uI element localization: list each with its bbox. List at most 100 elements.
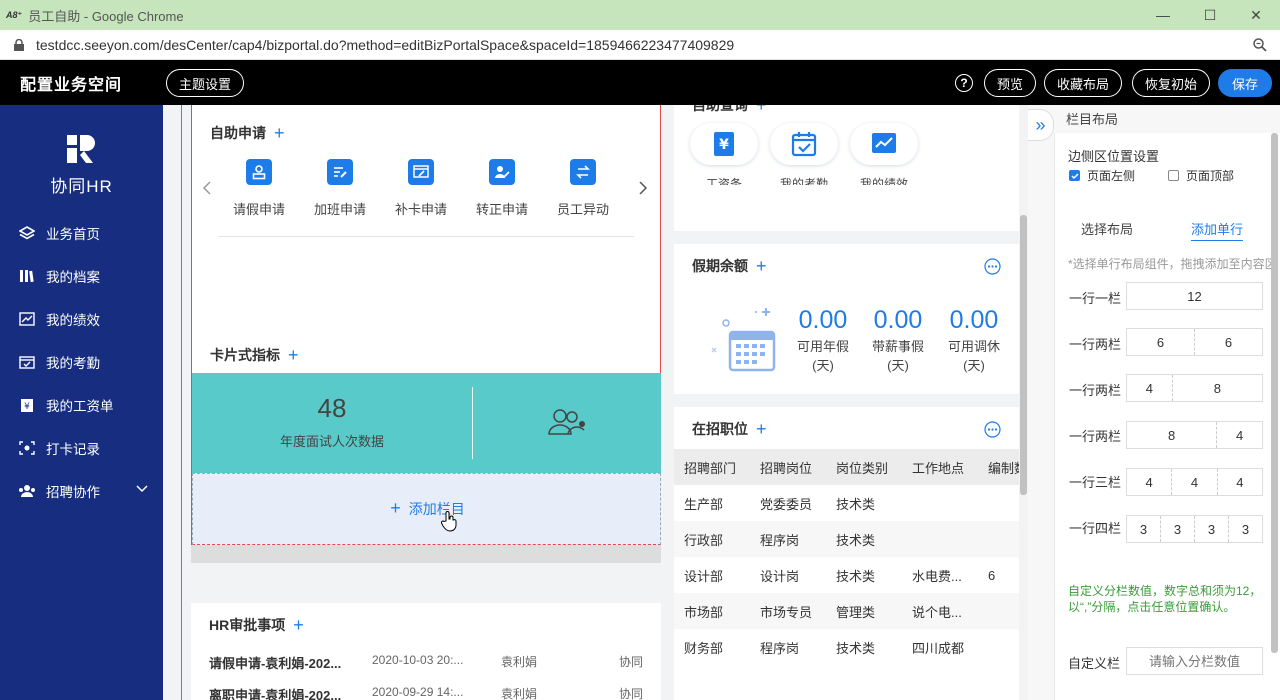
leave-balance-title: 假期余额 + xyxy=(692,256,767,276)
checkbox-checked-icon[interactable] xyxy=(1069,170,1080,181)
close-icon[interactable]: ✕ xyxy=(1233,0,1279,30)
table-cell: 设计部 xyxy=(684,568,724,584)
chevron-down-icon[interactable] xyxy=(136,485,148,493)
approval-person: 袁利娟 xyxy=(501,687,538,700)
row-layout-4-8[interactable]: 48 xyxy=(1126,374,1263,402)
add-icon[interactable]: + xyxy=(756,105,767,114)
overtime-request-app[interactable]: 加班申请 xyxy=(305,159,375,218)
selected-section[interactable]: 自助申请 + 请假申请 加班申请 补卡申请 转正申请 员工异动 卡片式指标 + xyxy=(191,105,661,545)
regularization-app[interactable]: 转正申请 xyxy=(467,159,537,218)
jobs-table: 招聘部门 招聘岗位 岗位类别 工作地点 编制数 生产部党委委员技术类 行政部程序… xyxy=(674,449,1019,665)
table-row[interactable]: 市场部 市场专员 管理类 说个电... xyxy=(674,593,1019,629)
missed-punch-app[interactable]: 补卡申请 xyxy=(386,159,456,218)
zoom-icon[interactable] xyxy=(1252,37,1268,53)
attendance-shortcut[interactable] xyxy=(770,123,838,165)
divider xyxy=(218,236,634,237)
table-cell: 程序岗 xyxy=(760,532,800,548)
sidebar-item-attendance[interactable]: 我的考勤 xyxy=(18,352,100,372)
sidebar-item-performance[interactable]: 我的绩效 xyxy=(18,309,100,329)
add-icon[interactable]: + xyxy=(756,420,767,438)
performance-shortcut[interactable] xyxy=(850,123,918,165)
sidebar-item-checkin[interactable]: 打卡记录 xyxy=(18,438,100,458)
row-layout-6-6[interactable]: 66 xyxy=(1126,328,1263,356)
leave-icon xyxy=(246,159,272,185)
theme-settings-button[interactable]: 主题设置 xyxy=(166,69,245,97)
table-row[interactable]: 生产部 党委委员 技术类 xyxy=(674,485,1019,521)
address-bar[interactable]: testdcc.seeyon.com/desCenter/cap4/bizpor… xyxy=(0,30,1280,60)
tab-add-row[interactable]: 添加单行 xyxy=(1191,219,1244,241)
approval-title[interactable]: 离职申请-袁利娟-202... xyxy=(209,685,341,700)
scrollbar-thumb[interactable] xyxy=(1020,215,1027,495)
layout-cell: 8 xyxy=(1213,380,1221,396)
leave-request-app[interactable]: 请假申请 xyxy=(224,159,294,218)
add-icon[interactable]: + xyxy=(288,346,299,364)
url-text[interactable]: testdcc.seeyon.com/desCenter/cap4/bizpor… xyxy=(36,37,734,53)
transfer-app[interactable]: 员工异动 xyxy=(548,159,618,218)
save-button[interactable]: 保存 xyxy=(1218,69,1273,97)
approval-date: 2020-10-03 20:... xyxy=(372,653,464,667)
table-cell: 党委委员 xyxy=(760,496,813,512)
minimize-icon[interactable]: — xyxy=(1140,0,1186,30)
chevron-left-icon[interactable] xyxy=(202,181,212,195)
layout-panel: » 栏目布局 边侧区位置设置 页面左侧 页面顶部 选择布局 添加单行 *选择单行… xyxy=(1028,105,1280,700)
approval-title[interactable]: 请假申请-袁利娟-202... xyxy=(209,653,341,672)
maximize-icon[interactable]: ☐ xyxy=(1187,0,1233,30)
opt-left-checkbox[interactable]: 页面左侧 xyxy=(1069,167,1135,184)
tab-select-layout[interactable]: 选择布局 xyxy=(1081,219,1133,238)
comp-leave-stat: 0.00 可用调休 (天) xyxy=(943,306,1005,374)
add-icon[interactable]: + xyxy=(756,257,767,275)
table-cell: 水电费... xyxy=(912,568,962,584)
row-layout-3-3-3-3[interactable]: 3333 xyxy=(1126,515,1263,543)
custom-column-input[interactable] xyxy=(1126,647,1263,675)
sidebar-item-label: 我的工资单 xyxy=(46,399,114,414)
row-layout-label: 一行两栏 xyxy=(1069,383,1122,398)
checkbox-empty-icon[interactable] xyxy=(1168,170,1179,181)
window-title: 员工自助 - Google Chrome xyxy=(28,8,184,24)
stat-value: 0.00 xyxy=(949,306,999,334)
column-header: 岗位类别 xyxy=(836,460,889,476)
row-layout-label: 一行两栏 xyxy=(1069,337,1122,352)
favorite-layout-button[interactable]: 收藏布局 xyxy=(1044,69,1123,97)
sidebar-item-recruit[interactable]: 招聘协作 xyxy=(18,481,148,501)
approval-row[interactable]: 离职申请-袁利娟-202... 2020-09-29 14:... 袁利娟 协同 xyxy=(209,685,649,700)
table-row[interactable]: 设计部 设计岗 技术类 水电费... 6 xyxy=(674,557,1019,593)
leave-balance-card: 假期余额 + 0.00 可用年假 (天) 0.00 带薪事假 (天) 0.00 可… xyxy=(674,244,1019,394)
custom-column-label: 自定义栏 xyxy=(1068,656,1121,671)
row-layout-label: 一行三栏 xyxy=(1069,475,1122,490)
opt-top-checkbox[interactable]: 页面顶部 xyxy=(1168,167,1234,184)
table-row[interactable]: 财务部 程序岗 技术类 四川成都 xyxy=(674,629,1019,665)
add-icon[interactable]: + xyxy=(274,124,285,142)
payslip-shortcut[interactable]: ¥ xyxy=(690,123,758,165)
panel-scrollbar[interactable] xyxy=(1271,133,1278,653)
help-icon[interactable]: ? xyxy=(955,74,973,92)
add-column-dropzone[interactable]: + 添加栏目 xyxy=(192,473,661,545)
table-row[interactable]: 行政部 程序岗 技术类 xyxy=(674,521,1019,557)
row-layout-8-4[interactable]: 84 xyxy=(1126,421,1263,449)
scroll-track[interactable] xyxy=(1019,105,1028,700)
sidebar-item-profile[interactable]: 我的档案 xyxy=(18,266,100,286)
table-cell xyxy=(902,485,978,521)
restore-button[interactable]: 恢复初始 xyxy=(1132,69,1211,97)
layout-cell: 8 xyxy=(1127,422,1218,448)
books-icon xyxy=(18,268,36,284)
add-icon[interactable]: + xyxy=(293,616,304,634)
approval-row[interactable]: 请假申请-袁利娟-202... 2020-10-03 20:... 袁利娟 协同 xyxy=(209,653,649,673)
add-column-button[interactable]: + 添加栏目 xyxy=(193,498,662,519)
chevron-right-icon[interactable] xyxy=(638,181,648,195)
sidebar-item-home[interactable]: 业务首页 xyxy=(18,223,100,243)
brand-label: 协同HR xyxy=(50,177,113,196)
stat-label: 可用调休 xyxy=(947,339,1000,354)
metric-card[interactable]: 48 年度面试人次数据 xyxy=(192,373,661,473)
card-index-title: 卡片式指标 + xyxy=(210,345,299,365)
collapse-panel-button[interactable]: » xyxy=(1028,109,1054,141)
sidebar-item-payslip[interactable]: ¥ 我的工资单 xyxy=(18,395,114,415)
row-layout-12[interactable]: 12 xyxy=(1126,282,1263,310)
divider xyxy=(472,387,473,459)
preview-button[interactable]: 预览 xyxy=(984,69,1037,97)
app-label: 转正申请 xyxy=(475,202,528,217)
svg-text:¥: ¥ xyxy=(719,137,729,153)
more-icon[interactable] xyxy=(984,421,1001,438)
row-layout-4-4-4[interactable]: 444 xyxy=(1126,468,1263,496)
more-icon[interactable] xyxy=(984,258,1001,275)
table-cell xyxy=(978,521,1019,557)
